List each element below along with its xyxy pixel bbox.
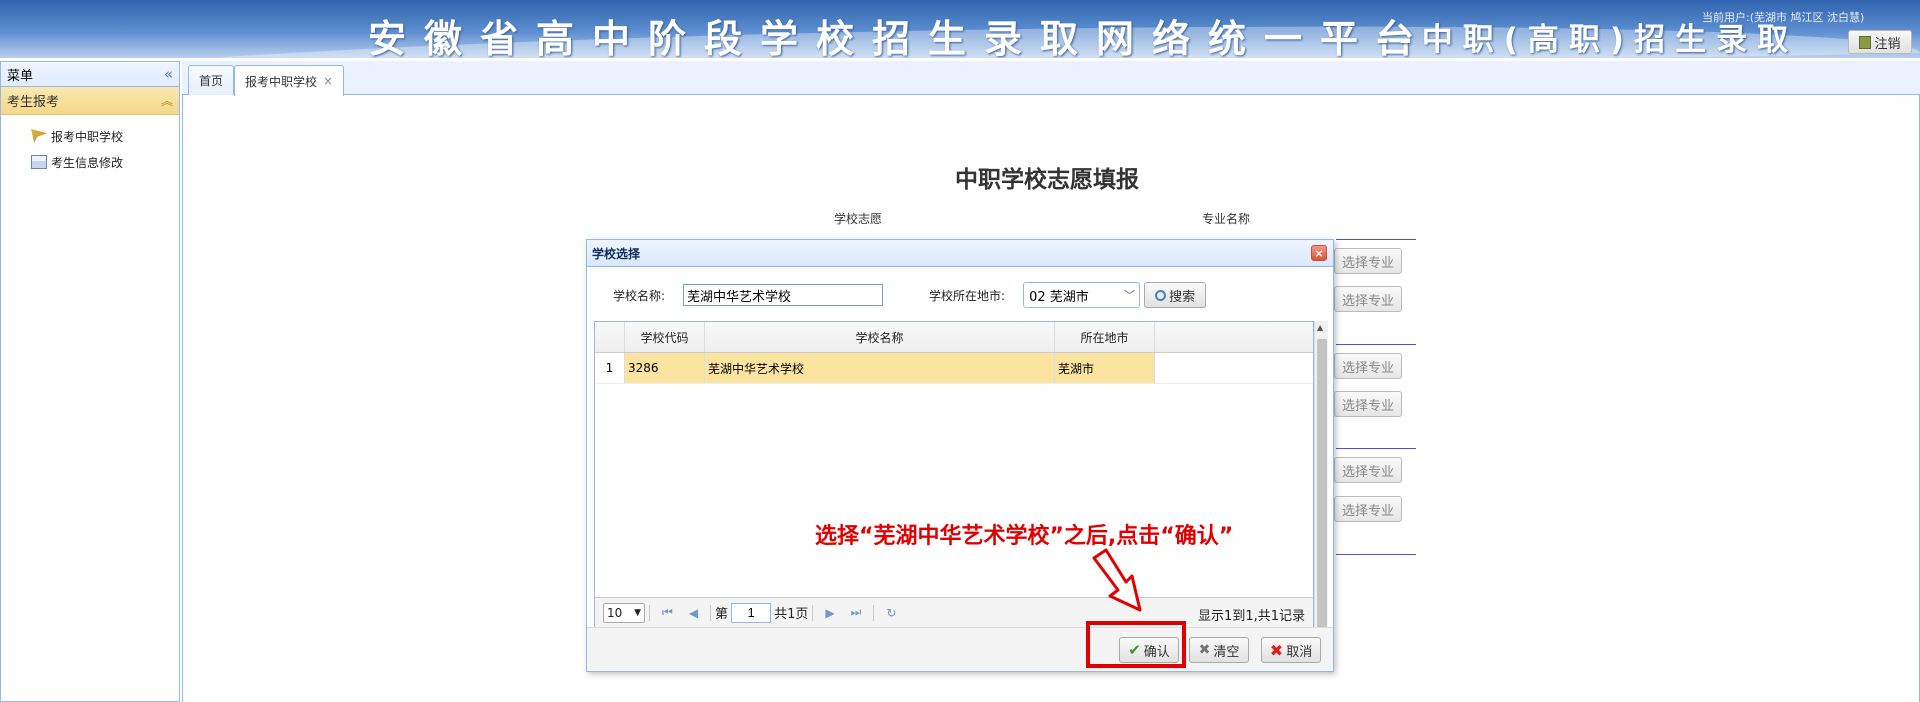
refresh-icon[interactable]: ↻ [886,606,896,620]
prev-page-icon[interactable]: ◀ [689,606,698,620]
sidebar-item-label: 考生信息修改 [51,155,124,170]
pointer-arrow-icon [1092,548,1142,612]
sidebar-item-label: 报考中职学校 [51,129,124,144]
header-cell-city[interactable]: 所在地市 [1055,322,1155,352]
confirm-highlight-box [1086,621,1186,668]
select-major-button[interactable]: 选择专业 [1334,353,1402,379]
collapse-left-icon[interactable]: « [164,65,173,83]
divider-line [1336,448,1416,449]
dialog-header: 学校选择 × [587,240,1333,267]
search-button[interactable]: 搜索 [1144,282,1207,308]
row-school-city[interactable]: 芜湖市 [1055,353,1155,383]
page-size-select[interactable]: 10 ▼ [603,602,645,623]
form-icon [31,155,47,169]
column-school-label: 学校志愿 [834,212,883,226]
header-cell-name[interactable]: 学校名称 [705,322,1055,352]
page-size-value: 10 [607,605,623,620]
select-major-button[interactable]: 选择专业 [1334,496,1402,522]
logout-icon [1859,35,1872,49]
instruction-annotation: 选择“芜湖中华艺术学校”之后,点击“确认” [815,524,1234,549]
cancel-button[interactable]: ✖ 取消 [1261,637,1321,663]
header-cell-num [595,322,625,352]
dialog-footer: ✔ 确认 ✖ 清空 ✖ 取消 [587,627,1333,671]
first-page-icon[interactable]: ⏮ [662,605,673,620]
pagination-bar: 10 ▼ ⏮ ◀ 第 共1页 ▶ ⏭ ↻ 显示1到1,共1记录 [595,597,1313,627]
school-grid: 学校代码 学校名称 所在地市 1 3286 芜湖中华艺术学校 芜湖市 10 ▼ … [594,321,1314,628]
search-row: 学校名称: 学校所在地市: 02 芜湖市 ﹀ 搜索 [613,282,1207,308]
divider-line [1336,344,1416,345]
search-label: 搜索 [1169,289,1196,305]
school-name-label: 学校名称: [613,288,666,303]
app-title: 安徽省高中阶段学校招生录取网络统一平台 [368,17,1433,58]
select-major-button[interactable]: 选择专业 [1334,391,1402,417]
clear-button[interactable]: ✖ 清空 [1189,637,1249,663]
page-title: 中职学校志愿填报 [955,167,1139,193]
accordion-panel-header[interactable]: 考生报考 ︽ [1,87,179,115]
scroll-up-icon[interactable]: ▲ [1317,323,1323,332]
tab-label: 首页 [199,74,224,88]
sidebar: 菜单 « 考生报考 ︽ 报考中职学校 考生信息修改 [0,61,180,702]
pager-info: 显示1到1,共1记录 [1198,609,1305,624]
page-prefix: 第 [715,607,729,622]
chevron-up-icon[interactable]: ︽ [161,92,173,109]
pager-separator [649,604,650,621]
row-number: 1 [595,353,625,383]
sidebar-title: 菜单 [7,68,34,84]
last-page-icon[interactable]: ⏭ [851,605,862,620]
table-row[interactable]: 1 3286 芜湖中华艺术学校 芜湖市 [595,353,1313,384]
current-user: 当前用户:(芜湖市 鸠江区 沈白慧) [1702,11,1865,24]
divider-line [1336,239,1416,240]
dialog-title: 学校选择 [592,246,641,261]
tab-bar: 首页 报考中职学校 × [182,61,1920,96]
grid-header: 学校代码 学校名称 所在地市 [595,322,1313,353]
cancel-label: 取消 [1286,644,1313,660]
tab-apply-school[interactable]: 报考中职学校 × [234,65,345,96]
city-select-value: 02 芜湖市 [1029,289,1089,305]
logout-button[interactable]: 注销 [1848,30,1912,54]
chevron-down-icon: ﹀ [1124,289,1136,302]
pager-separator [710,604,712,621]
page-number-input[interactable] [731,602,772,623]
city-label: 学校所在地市: [929,288,1006,303]
pager-separator [812,604,814,621]
sidebar-item-apply-school[interactable]: 报考中职学校 [1,123,179,149]
clear-label: 清空 [1213,644,1240,660]
page-total: 共1页 [774,607,809,622]
divider-line [1336,554,1416,555]
logout-label: 注销 [1874,36,1901,52]
chevron-down-icon: ▼ [634,607,641,618]
pager-separator [873,604,875,621]
select-major-button[interactable]: 选择专业 [1334,286,1402,312]
header-cell-code[interactable]: 学校代码 [625,322,705,352]
sidebar-item-edit-info[interactable]: 考生信息修改 [1,149,179,175]
select-major-button[interactable]: 选择专业 [1334,248,1402,274]
select-major-button[interactable]: 选择专业 [1334,457,1402,483]
close-icon[interactable]: × [1311,245,1327,261]
vertical-scrollbar[interactable]: ▲ ▼ [1314,321,1328,656]
row-school-name[interactable]: 芜湖中华艺术学校 [705,353,1055,383]
tab-home[interactable]: 首页 [188,65,235,95]
scroll-thumb[interactable] [1317,339,1327,637]
column-major-label: 专业名称 [1202,212,1251,226]
tab-close-icon[interactable]: × [323,74,333,88]
search-icon [1155,289,1167,301]
city-select[interactable]: 02 芜湖市 ﹀ [1023,282,1141,308]
row-school-code[interactable]: 3286 [625,353,705,383]
flag-icon [31,129,47,143]
app-header: 安徽省高中阶段学校招生录取网络统一平台 --中职(高职)招生录取 当前用户:(芜… [0,0,1920,58]
next-page-icon[interactable]: ▶ [825,606,834,620]
clear-x-icon: ✖ [1198,642,1211,658]
school-select-dialog: 学校选择 × 学校名称: 学校所在地市: 02 芜湖市 ﹀ 搜索 学校代码 学校… [586,239,1334,672]
tab-label: 报考中职学校 [245,74,318,89]
panel-title: 考生报考 [7,95,60,110]
school-name-input[interactable] [683,284,884,306]
cancel-x-icon: ✖ [1269,640,1284,660]
sidebar-header: 菜单 « [1,62,179,87]
